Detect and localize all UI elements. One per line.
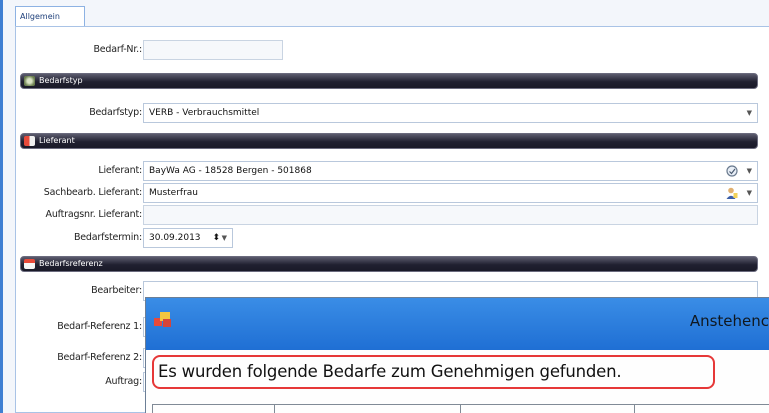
grid-column-divider[interactable] [274,405,275,413]
supplier-icon [24,136,35,146]
section-lieferant-label: Lieferant [39,136,75,145]
section-bedarfsreferenz-label: Bedarfsreferenz [39,259,103,268]
dialog-title: Anstehenc [689,312,769,330]
grid-column-divider[interactable] [634,405,635,413]
bedarf-nr-label: Bedarf-Nr.: [93,44,142,55]
sachbearb-lieferant-label: Sachbearb. Lieferant: [43,187,142,198]
calendar-icon [24,259,35,269]
bedarf-referenz-2-label: Bedarf-Referenz 2: [57,352,142,363]
section-bedarfstyp[interactable]: Bedarfstyp [20,73,758,89]
grid-column-divider [152,405,153,413]
sachbearb-lieferant-field[interactable]: Musterfrau ▼ [143,183,758,203]
section-bedarfstyp-label: Bedarfstyp [39,76,83,85]
bedarfstyp-value: VERB - Verbrauchsmittel [149,108,260,118]
dialog-body: Es wurden folgende Bedarfe zum Genehmige… [146,350,769,413]
section-bedarfsreferenz[interactable]: Bedarfsreferenz [20,256,758,272]
dialog-message: Es wurden folgende Bedarfe zum Genehmige… [158,362,622,381]
app-icon [154,312,171,327]
chevron-down-icon[interactable]: ▼ [747,184,752,202]
dialog-titlebar[interactable]: Anstehenc [146,298,769,350]
bedarf-nr-field[interactable] [143,40,283,60]
lookup-icon[interactable] [725,164,739,178]
gear-icon [24,76,35,86]
sachbearb-lieferant-value: Musterfrau [149,188,199,198]
spin-icon[interactable]: ⬍ [212,229,220,247]
section-lieferant[interactable]: Lieferant [20,133,758,149]
approval-dialog: Anstehenc Es wurden folgende Bedarfe zum… [145,297,769,413]
chevron-down-icon[interactable]: ▼ [747,162,752,180]
auftragsnr-lieferant-label: Auftragsnr. Lieferant: [45,209,143,220]
bedarfstermin-value: 30.09.2013 [149,233,201,243]
lieferant-field[interactable]: BayWa AG - 18528 Bergen - 501868 ▼ [143,161,758,181]
auftragsnr-lieferant-field[interactable] [143,205,758,225]
bedarfstyp-label: Bedarfstyp: [89,107,142,118]
bedarfstermin-label: Bedarfstermin: [73,232,142,243]
chevron-down-icon[interactable]: ▼ [222,229,227,247]
bedarfstyp-select[interactable]: VERB - Verbrauchsmittel ▼ [143,103,758,123]
results-grid-header [152,404,769,413]
grid-column-divider[interactable] [460,405,461,413]
bedarf-referenz-1-label: Bedarf-Referenz 1: [57,321,142,332]
tab-allgemein[interactable]: Allgemein [15,6,85,27]
bedarfstermin-field[interactable]: 30.09.2013 ⬍ ▼ [143,228,233,248]
bearbeiter-label: Bearbeiter: [91,285,142,296]
chevron-down-icon[interactable]: ▼ [747,104,752,122]
person-icon[interactable] [725,186,739,200]
window-frame: Allgemein Bedarf-Nr.: Bedarfstyp Bedarfs… [0,0,769,413]
lieferant-value: BayWa AG - 18528 Bergen - 501868 [149,166,312,176]
lieferant-label: Lieferant: [98,165,142,176]
auftrag-label: Auftrag: [105,376,142,387]
